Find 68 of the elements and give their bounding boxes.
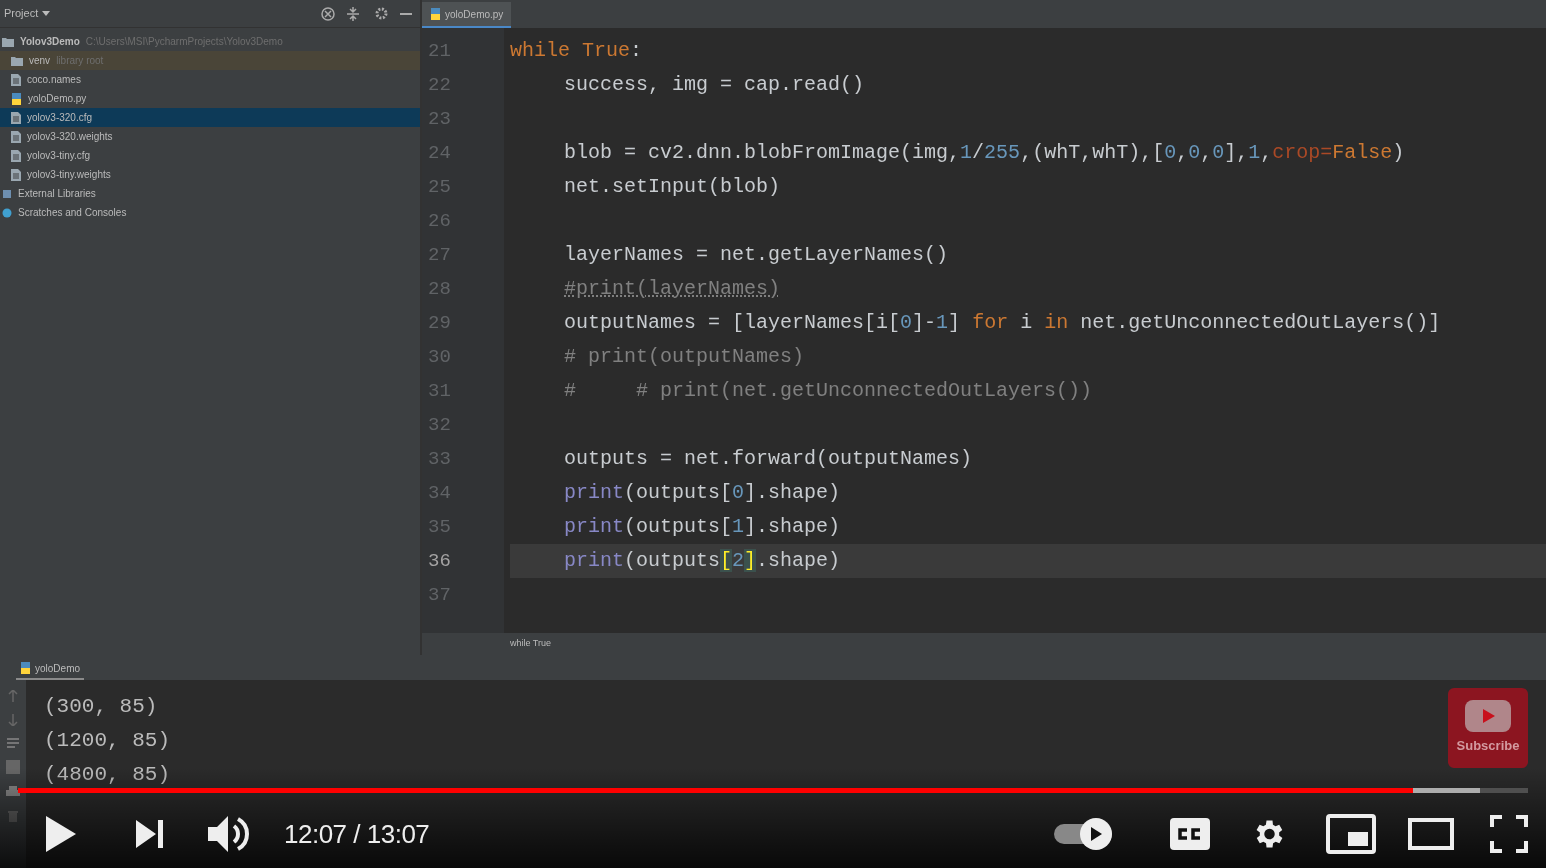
next-icon[interactable] [136,820,164,848]
folder-icon [11,55,23,66]
item-label: venv [29,54,51,68]
fullscreen-icon[interactable] [1490,815,1528,853]
tree-item[interactable]: yolov3-320.cfg [0,108,420,127]
code-line: # print(outputNames) [564,344,805,370]
wrap-icon[interactable] [7,738,19,748]
code-line: # # print(net.getUnconnectedOutLayers()) [564,378,1093,404]
autoplay-toggle[interactable] [1054,818,1112,850]
tree-item[interactable]: yoloDemo.py [0,89,420,108]
library-icon [2,188,12,199]
code-line: print(outputs[0].shape) [564,480,841,506]
item-label: Yolov3Demo [20,35,80,49]
file-icon [11,111,21,124]
tree-item[interactable]: yolov3-tiny.cfg [0,146,420,165]
minimize-icon[interactable] [400,12,412,15]
code-line: blob = cv2.dnn.blobFromImage(img,1/255,(whT,whT),[0,0,0],1,crop=False) [564,140,1405,166]
subscribe-button[interactable]: Subscribe [1448,688,1528,768]
item-label: yolov3-tiny.weights [27,168,111,182]
python-file-icon [11,92,22,105]
miniplayer-icon[interactable] [1326,814,1376,854]
item-label: Scratches and Consoles [18,206,127,220]
tree-item[interactable]: coco.names [0,70,420,89]
code-line: outputNames = [layerNames[i[0]-1] for i in net.getUnconnectedOutLayers()] [564,310,1441,336]
breadcrumb[interactable]: while True [510,637,552,651]
item-label: coco.names [27,73,81,87]
console-output: (1200, 85) [44,728,171,754]
panel-title: Project [3,6,40,22]
editor-tab[interactable]: yoloDemo.py [422,2,512,28]
folder-icon [2,36,14,47]
dropdown-icon [42,11,51,16]
python-file-icon [20,662,31,674]
code-line: layerNames = net.getLayerNames() [564,242,949,268]
collapse-icon[interactable] [347,6,359,21]
file-icon [11,130,21,143]
code-line: success, img = cap.read() [564,72,865,98]
tree-item[interactable]: yolov3-320.weights [0,127,420,146]
file-icon [11,149,21,162]
code-line: outputs = net.forward(outputNames) [564,446,973,472]
tree-item[interactable]: External Libraries [0,184,420,203]
code-line: while True: [510,38,643,64]
volume-icon[interactable] [208,814,252,854]
play-logo-icon [1465,700,1511,733]
target-icon[interactable] [321,6,335,21]
time-display: 12:07 / 13:07 [284,817,430,851]
line-number: 36 [428,548,451,574]
item-label: yoloDemo.py [28,92,87,106]
code-line: print(outputs[1].shape) [564,514,841,540]
code-line: #print(layerNames) [564,276,781,302]
console-output: (4800, 85) [44,762,171,788]
item-label: yolov3-tiny.cfg [27,149,91,163]
console-icon [2,207,12,218]
captions-icon[interactable] [1170,818,1210,850]
python-file-icon [430,8,441,20]
item-label: yolov3-320.cfg [27,111,93,125]
code-line: net.setInput(blob) [564,174,781,200]
print-icon[interactable] [6,786,20,798]
file-icon [11,168,21,181]
play-icon[interactable] [44,816,76,852]
tree-item[interactable]: Scratches and Consoles [0,203,420,222]
console-output: (300, 85) [44,694,159,720]
item-label: External Libraries [18,187,96,201]
theater-mode-icon[interactable] [1408,818,1454,850]
play-icon [1090,827,1102,841]
item-label: yolov3-320.weights [27,130,113,144]
file-icon [11,73,21,86]
tree-item[interactable]: yolov3-tiny.weights [0,165,420,184]
code-line: print(outputs[2].shape) [564,548,841,574]
